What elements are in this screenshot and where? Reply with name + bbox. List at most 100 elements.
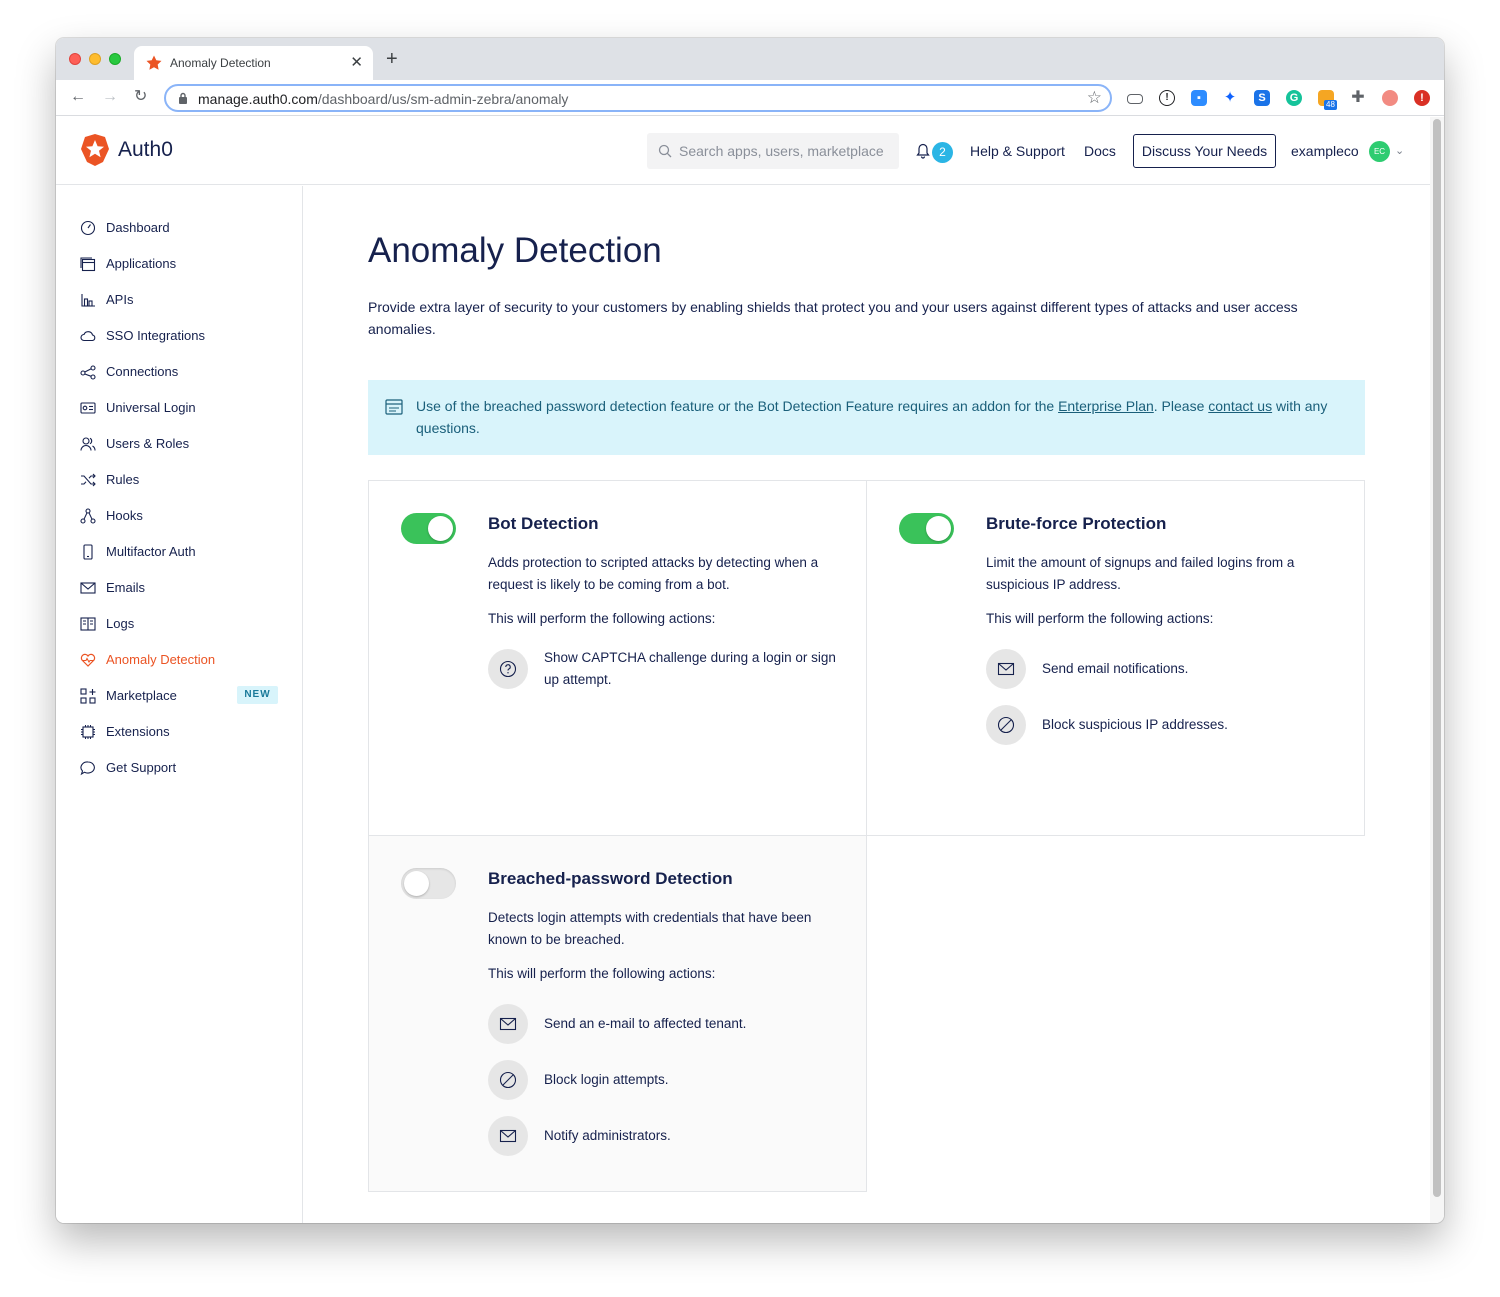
sidebar-item-label: Anomaly Detection	[106, 652, 216, 667]
sidebar-item-hooks[interactable]: Hooks	[80, 506, 290, 526]
bot-detection-card: Bot Detection Adds protection to scripte…	[368, 480, 867, 836]
toggle-knob	[428, 516, 453, 541]
card-title: Bot Detection	[488, 514, 599, 533]
brute-force-toggle[interactable]	[899, 513, 954, 544]
toggle-knob	[404, 871, 429, 896]
id-card-icon	[80, 402, 96, 414]
api-icon	[81, 294, 95, 307]
alert-text-before: Use of the breached password detection f…	[416, 398, 1059, 414]
brute-force-protection-card: Brute-force Protection Limit the amount …	[866, 480, 1365, 836]
s-extension-icon[interactable]: S	[1254, 90, 1270, 106]
extension-badge: 48	[1324, 100, 1337, 110]
puzzle-extensions-icon[interactable]: ✚	[1350, 90, 1366, 106]
maximize-window-button[interactable]	[109, 53, 121, 65]
minimize-window-button[interactable]	[89, 53, 101, 65]
sidebar-item-label: Universal Login	[106, 400, 196, 415]
back-arrow-icon[interactable]: ←	[70, 88, 86, 106]
address-bar[interactable]: manage.auth0.com/dashboard/us/sm-admin-z…	[164, 84, 1112, 112]
sidebar-item-rules[interactable]: Rules	[80, 470, 290, 490]
sidebar-item-universal-login[interactable]: Universal Login	[80, 398, 290, 418]
bell-icon[interactable]	[916, 143, 930, 159]
url-host: manage.auth0.com	[198, 91, 318, 107]
discuss-your-needs-button[interactable]: Discuss Your Needs	[1133, 134, 1276, 168]
action-item: Block suspicious IP addresses.	[986, 705, 1346, 745]
search-input[interactable]	[679, 133, 891, 169]
sidebar-item-label: Hooks	[106, 508, 143, 523]
url-text: manage.auth0.com/dashboard/us/sm-admin-z…	[198, 91, 568, 107]
breached-password-detection-card: Breached-password Detection Detects logi…	[368, 835, 867, 1192]
toggle-knob	[926, 516, 951, 541]
bookmark-star-icon[interactable]: ☆	[1087, 88, 1102, 108]
sidebar-item-apis[interactable]: APIs	[80, 290, 290, 310]
close-window-button[interactable]	[69, 53, 81, 65]
password-manager-extension-icon[interactable]: !	[1159, 90, 1175, 106]
sidebar-item-users-roles[interactable]: Users & Roles	[80, 434, 290, 454]
card-description: Limit the amount of signups and failed l…	[986, 555, 1295, 592]
sidebar-item-dashboard[interactable]: Dashboard	[80, 218, 290, 238]
action-icon-circle	[986, 705, 1026, 745]
page-scrollbar[interactable]	[1430, 117, 1444, 1223]
action-text: Send an e-mail to affected tenant.	[544, 1016, 747, 1031]
sidebar-item-marketplace[interactable]: Marketplace NEW	[80, 686, 290, 706]
sidebar-item-applications[interactable]: Applications	[80, 254, 290, 274]
action-icon-circle	[488, 1116, 528, 1156]
browser-toolbar: ← → ↻ manage.auth0.com/dashboard/us/sm-a…	[56, 80, 1444, 116]
users-icon	[80, 437, 96, 451]
actions-heading: This will perform the following actions:	[488, 966, 716, 981]
action-text: Send email notifications.	[1042, 661, 1189, 676]
sidebar-item-label: Multifactor Auth	[106, 544, 196, 559]
sidebar-item-extensions[interactable]: Extensions	[80, 722, 290, 742]
sidebar-item-get-support[interactable]: Get Support	[80, 758, 290, 778]
sidebar-item-anomaly-detection[interactable]: Anomaly Detection	[80, 650, 290, 670]
card-description: Adds protection to scripted attacks by d…	[488, 555, 819, 592]
chevron-down-icon[interactable]: ⌄	[1395, 144, 1404, 157]
contact-us-link[interactable]: contact us	[1208, 398, 1272, 414]
sidebar-item-label: Logs	[106, 616, 135, 631]
browser-tab-active[interactable]: Anomaly Detection ✕	[134, 46, 373, 80]
window-stack-icon	[80, 257, 96, 272]
docs-link[interactable]: Docs	[1084, 143, 1116, 159]
sidebar-item-label: Applications	[106, 256, 177, 271]
action-icon-circle	[986, 649, 1026, 689]
search-box[interactable]	[647, 133, 899, 169]
auth0-logo-icon[interactable]	[80, 133, 110, 167]
page-description: Provide extra layer of security to your …	[368, 299, 1298, 337]
sidebar-item-label: APIs	[106, 292, 134, 307]
dropbox-extension-icon[interactable]: ✦	[1222, 90, 1238, 106]
sidebar-item-multifactor-auth[interactable]: Multifactor Auth	[80, 542, 290, 562]
tenant-name[interactable]: exampleco	[1291, 143, 1359, 159]
bot-detection-toggle[interactable]	[401, 513, 456, 544]
envelope-icon	[499, 1017, 517, 1031]
reload-icon[interactable]: ↻	[134, 88, 147, 106]
sidebar-item-emails[interactable]: Emails	[80, 578, 290, 598]
sidebar-item-connections[interactable]: Connections	[80, 362, 290, 382]
new-tab-button[interactable]: +	[386, 49, 398, 69]
action-icon-circle	[488, 649, 528, 689]
actions-heading: This will perform the following actions:	[986, 611, 1214, 626]
enterprise-plan-link[interactable]: Enterprise Plan	[1058, 398, 1154, 414]
tab-title: Anomaly Detection	[170, 56, 271, 70]
alert-extension-icon[interactable]: !	[1414, 90, 1430, 106]
avatar[interactable]: EC	[1369, 141, 1390, 162]
tab-bar: Anomaly Detection ✕ +	[56, 38, 1444, 80]
logo-text[interactable]: Auth0	[118, 138, 173, 162]
grid-plus-icon	[80, 688, 96, 704]
notification-count-badge[interactable]: 2	[932, 142, 953, 163]
breached-password-toggle[interactable]	[401, 868, 456, 899]
video-extension-icon[interactable]: ▪	[1191, 90, 1207, 106]
tab-close-icon[interactable]: ✕	[350, 53, 363, 71]
profile-extension-icon[interactable]	[1382, 90, 1398, 106]
forward-arrow-icon[interactable]: →	[102, 88, 118, 106]
envelope-icon	[997, 662, 1015, 676]
scrollbar-thumb[interactable]	[1433, 119, 1441, 1197]
action-text: Notify administrators.	[544, 1128, 671, 1143]
cast-extension-icon[interactable]	[1127, 94, 1143, 104]
hooks-icon	[80, 508, 96, 524]
help-support-link[interactable]: Help & Support	[970, 143, 1065, 159]
gauge-icon	[80, 220, 96, 236]
grammarly-extension-icon[interactable]: G	[1286, 90, 1302, 106]
sidebar-item-logs[interactable]: Logs	[80, 614, 290, 634]
app-header: Auth0 2 Help & Support Docs Discuss Your…	[56, 117, 1430, 185]
sidebar-item-sso-integrations[interactable]: SSO Integrations	[80, 326, 290, 346]
auth0-favicon-icon	[146, 55, 162, 70]
